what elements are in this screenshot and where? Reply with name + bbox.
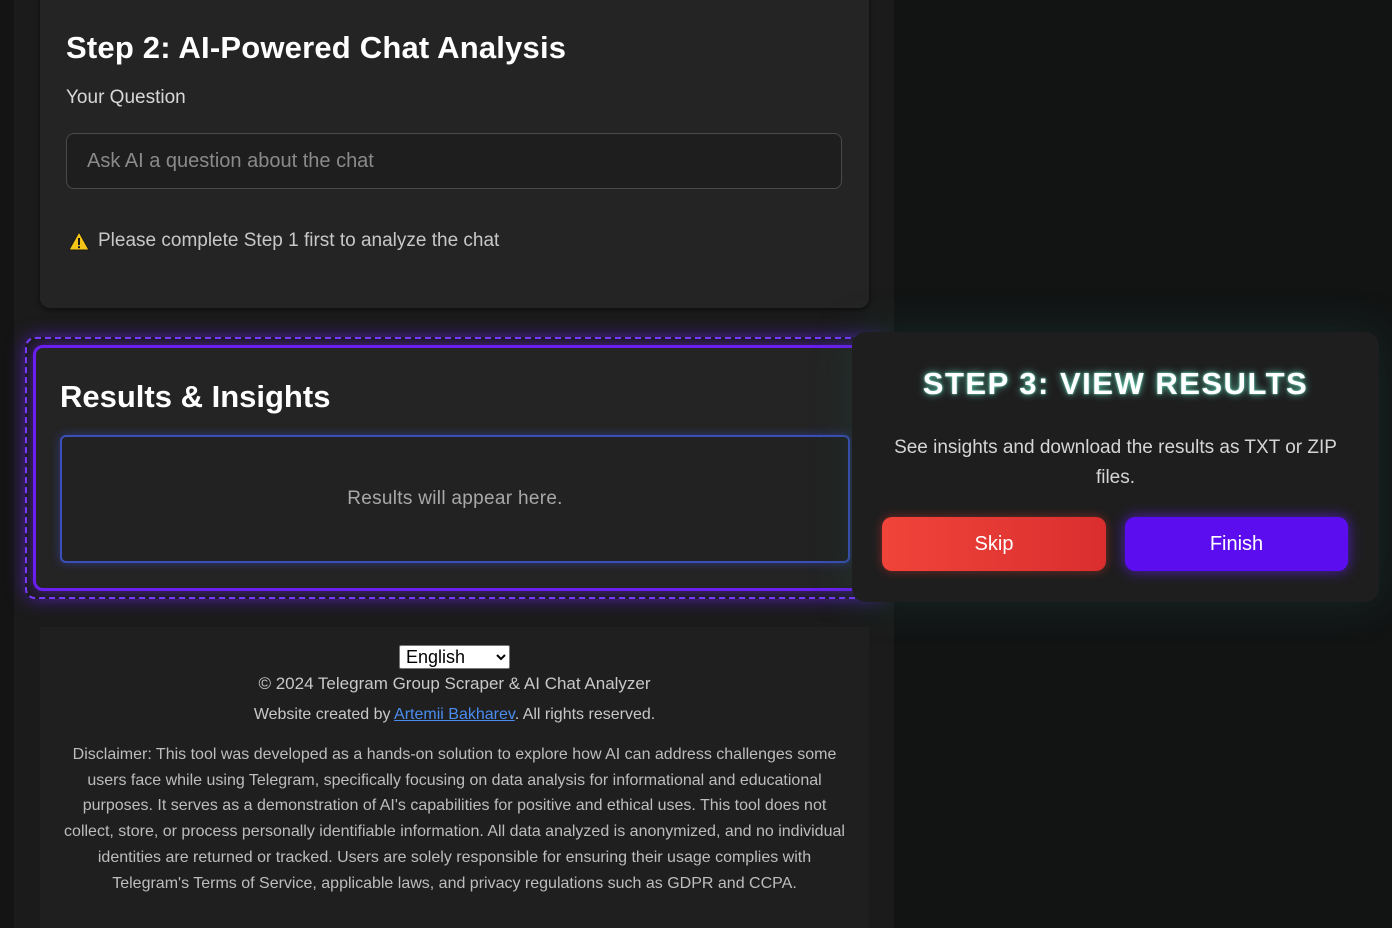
question-input[interactable] [66,133,842,189]
warning-message: Please complete Step 1 first to analyze … [68,230,499,252]
tour-popover-description: See insights and download the results as… [894,437,1337,488]
results-title: Results & Insights [60,379,331,414]
page: Step 2: AI-Powered Chat Analysis Your Qu… [0,0,1392,928]
question-label: Your Question [66,87,186,108]
skip-button[interactable]: Skip [882,517,1106,571]
step2-title: Step 2: AI-Powered Chat Analysis [66,30,567,65]
results-output-box: Results will appear here. [60,435,850,563]
finish-button[interactable]: Finish [1125,517,1348,571]
copyright-text: © 2024 Telegram Group Scraper & AI Chat … [258,674,651,693]
results-placeholder: Results will appear here. [347,488,563,509]
warning-triangle-icon [68,230,90,251]
author-link[interactable]: Artemii Bakharev [394,706,515,723]
credit-line: Website created by Artemii Bakharev. All… [40,706,869,724]
credit-prefix: Website created by [253,706,395,723]
warning-text: Please complete Step 1 first to analyze … [98,230,500,251]
tour-popover-title: STEP 3: VIEW RESULTS [922,366,1309,401]
disclaimer-text: Disclaimer: This tool was developed as a… [64,746,845,892]
language-select[interactable]: English [399,645,510,669]
credit-suffix: . All rights reserved. [514,706,656,723]
